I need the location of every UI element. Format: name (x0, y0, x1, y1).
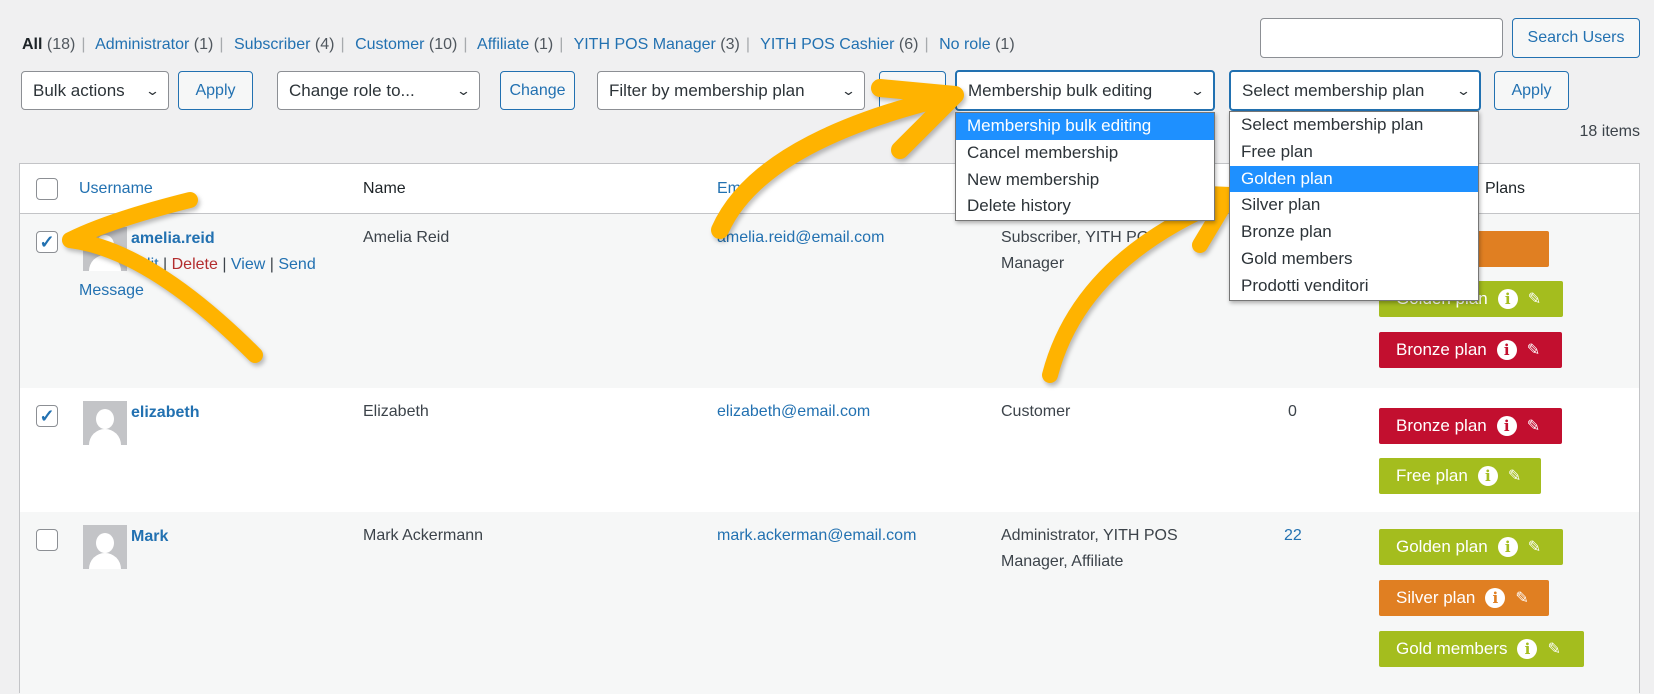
arrow-to-checkbox (62, 192, 263, 363)
option-gold-members[interactable]: Gold members (1230, 246, 1478, 273)
membership-bulk-dropdown: Membership bulk editing Cancel membershi… (955, 112, 1215, 222)
option-silver-plan[interactable]: Silver plan (1230, 192, 1478, 219)
arrow-to-bulk-select (711, 79, 964, 239)
option-select-plan[interactable]: Select membership plan (1230, 112, 1478, 139)
option-new-membership[interactable]: New membership (956, 167, 1214, 194)
option-prodotti-venditori[interactable]: Prodotti venditori (1230, 273, 1478, 300)
option-delete-history[interactable]: Delete history (956, 193, 1214, 220)
arrow-to-plan-dropdown (1042, 192, 1233, 383)
membership-plan-dropdown: Select membership plan Free plan Golden … (1229, 111, 1479, 301)
option-free-plan[interactable]: Free plan (1230, 139, 1478, 166)
option-cancel-membership[interactable]: Cancel membership (956, 140, 1214, 167)
annotation-arrows (62, 79, 1238, 383)
option-golden-plan[interactable]: Golden plan (1230, 165, 1478, 193)
option-bronze-plan[interactable]: Bronze plan (1230, 219, 1478, 246)
option-membership-bulk-editing[interactable]: Membership bulk editing (956, 113, 1214, 140)
